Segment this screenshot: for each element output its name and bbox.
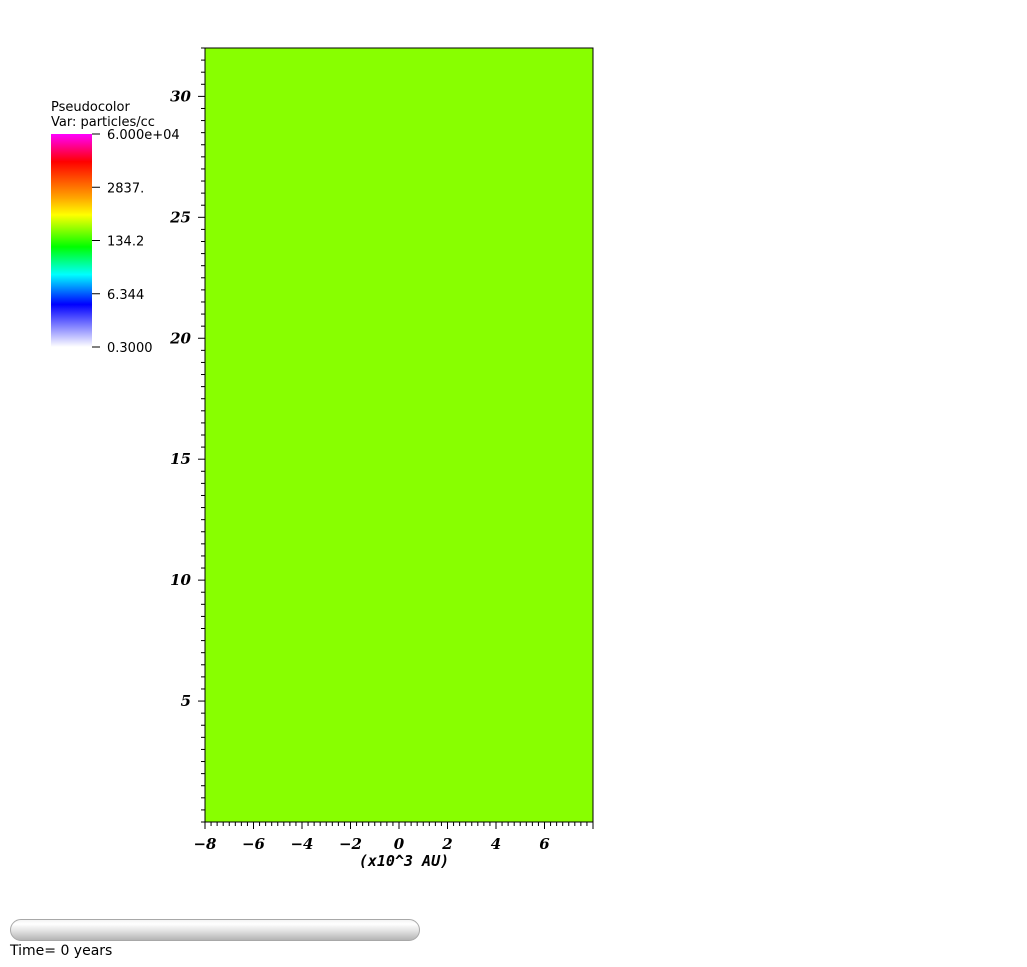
time-label: Time= 0 years: [10, 943, 113, 959]
y-tick-label: 25: [169, 208, 191, 226]
colorbar-tick-label: 6.000e+04: [107, 128, 180, 143]
x-tick-label: −2: [339, 835, 362, 853]
x-tick-label: −6: [242, 835, 266, 853]
x-tick-label: −8: [193, 835, 217, 853]
colorbar-tick-label: 2837.: [107, 181, 144, 196]
colorbar-tick-label: 0.3000: [107, 341, 153, 356]
x-tick-label: 6: [539, 835, 550, 853]
visit-plot-canvas: Pseudocolor Var: particles/cc 6.000e+042…: [51, 47, 594, 870]
x-tick-label: 2: [441, 835, 452, 853]
colorbar-tick-label: 6.344: [107, 288, 144, 303]
legend-title: Pseudocolor: [51, 100, 130, 115]
y-tick-label: 5: [181, 692, 191, 710]
y-tick-label: 15: [170, 450, 191, 468]
y-tick-label: 30: [170, 87, 191, 105]
x-axis: −8 −6 −4 −2 0 2 4 6: [193, 822, 594, 853]
colorbar-legend: Pseudocolor Var: particles/cc 6.000e+042…: [51, 100, 180, 356]
plot-area: [204, 47, 594, 823]
y-axis: 5 10 15 20 25 30: [169, 47, 205, 823]
colorbar-gradient: [51, 134, 92, 347]
x-tick-label: −4: [290, 835, 313, 853]
y-tick-label: 20: [169, 329, 191, 347]
x-tick-label: 4: [491, 835, 501, 853]
y-tick-label: 10: [170, 571, 191, 589]
x-tick-label: 0: [394, 835, 405, 853]
time-slider[interactable]: [10, 919, 420, 941]
colorbar-ticks: 6.000e+04 2837. 134.2 6.344 0.3000: [92, 128, 180, 356]
colorbar-tick-label: 134.2: [107, 234, 144, 249]
x-axis-title: (x10^3 AU): [359, 852, 449, 870]
